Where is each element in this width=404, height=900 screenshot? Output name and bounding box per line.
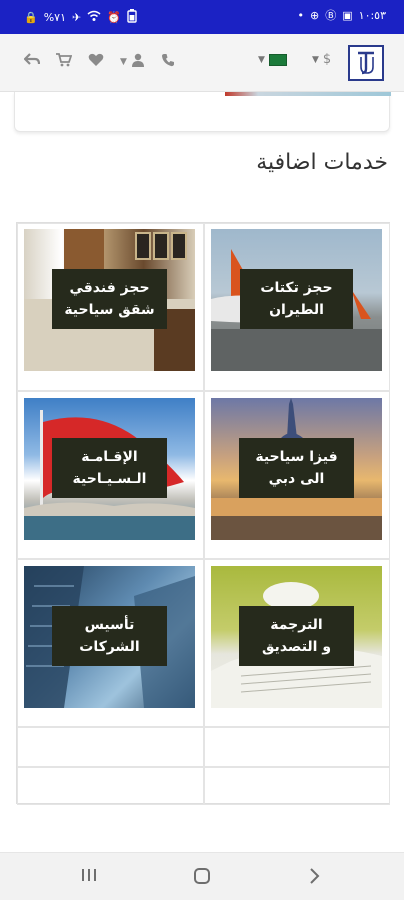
tile-label-line2: الشركات [79, 639, 140, 655]
service-tile-dubai-visa[interactable]: فيزا سياحية الى دبي [211, 398, 382, 540]
status-bar: 🔒 %٧١ ✈ ⏰ • ⊕ Ⓑ ▣ ١٠:٥٣ [0, 0, 404, 34]
status-right: • ⊕ Ⓑ ▣ ١٠:٥٣ [298, 9, 386, 23]
grid-cell-empty [17, 727, 204, 767]
status-left: 🔒 %٧١ ✈ ⏰ [24, 9, 137, 27]
tile-label-line1: حجز تكتات [260, 280, 333, 296]
phone-icon[interactable] [161, 53, 175, 71]
grid-cell-empty [17, 767, 204, 805]
alarm-icon: ⏰ [107, 11, 121, 24]
user-icon[interactable] [131, 53, 145, 71]
tile-label: حجز فندقي شقق سياحية [52, 269, 167, 329]
b-badge-icon: Ⓑ [325, 9, 337, 22]
tile-label-line2: الـسـيـاحية [72, 471, 147, 487]
tile-label-line1: فيزا سياحية [255, 449, 338, 465]
cart-icon[interactable] [56, 53, 73, 71]
lock-icon: 🔒 [24, 11, 38, 24]
tile-label: الترجمة و التصديق [239, 606, 354, 666]
tile-label-line2: الطيران [269, 302, 324, 318]
tile-label-line1: الترجمة [270, 617, 323, 633]
system-navigation-bar [0, 852, 404, 900]
back-nav-icon[interactable] [308, 867, 320, 890]
tile-label: الإقـامـة الـسـيـاحية [52, 438, 167, 498]
currency-selector[interactable]: ▼ $ [312, 52, 331, 67]
tile-label-line1: الإقـامـة [81, 449, 138, 465]
tile-label-line2: الى دبي [268, 471, 325, 487]
previous-card [14, 92, 391, 132]
language-caret-icon: ▼ [258, 55, 265, 65]
currency-symbol: $ [322, 52, 332, 67]
tile-label-line1: حجز فندقي [69, 280, 150, 296]
tile-label: فيزا سياحية الى دبي [239, 438, 354, 498]
home-icon[interactable] [193, 867, 211, 890]
service-tile-hotel-booking[interactable]: حجز فندقي شقق سياحية [24, 229, 195, 371]
tile-label: حجز تكتات الطيران [240, 269, 353, 329]
saudi-flag-icon [268, 54, 287, 66]
user-caret-icon[interactable]: ▼ [120, 57, 127, 67]
battery-icon [127, 9, 137, 27]
service-tile-flight-booking[interactable]: حجز تكتات الطيران [211, 229, 382, 371]
grid-cell-empty [204, 767, 390, 805]
service-tile-translation[interactable]: الترجمة و التصديق [211, 566, 382, 708]
airplane-icon: ✈ [71, 11, 82, 24]
section-title: خدمات اضافية [256, 150, 388, 175]
dot-icon: • [297, 9, 305, 22]
top-navigation: ▼ ▼ ▼ $ [0, 34, 404, 92]
wifi-icon [87, 10, 101, 26]
battery-percent: %٧١ [43, 11, 66, 24]
notification-icon: ⊕ [310, 9, 320, 22]
recent-apps-icon[interactable] [80, 867, 98, 888]
service-tile-tourist-residency[interactable]: الإقـامـة الـسـيـاحية [24, 398, 195, 540]
clock-time: ١٠:٥٣ [358, 9, 386, 22]
currency-caret-icon: ▼ [312, 54, 319, 65]
heart-icon[interactable] [88, 53, 104, 71]
tile-label-line1: تأسيس [84, 617, 135, 633]
grid-cell-empty [204, 727, 390, 767]
previous-card-image-strip [225, 92, 391, 96]
back-icon[interactable] [23, 53, 41, 71]
tile-label: تأسيس الشركات [52, 606, 167, 666]
nav-icons: ▼ [23, 53, 175, 71]
tile-label-line2: و التصديق [261, 639, 332, 655]
image-icon: ▣ [342, 9, 353, 22]
app-logo[interactable] [348, 45, 384, 81]
service-tile-company-formation[interactable]: تأسيس الشركات [24, 566, 195, 708]
tile-label-line2: شقق سياحية [64, 302, 155, 318]
language-selector[interactable]: ▼ [258, 54, 287, 66]
